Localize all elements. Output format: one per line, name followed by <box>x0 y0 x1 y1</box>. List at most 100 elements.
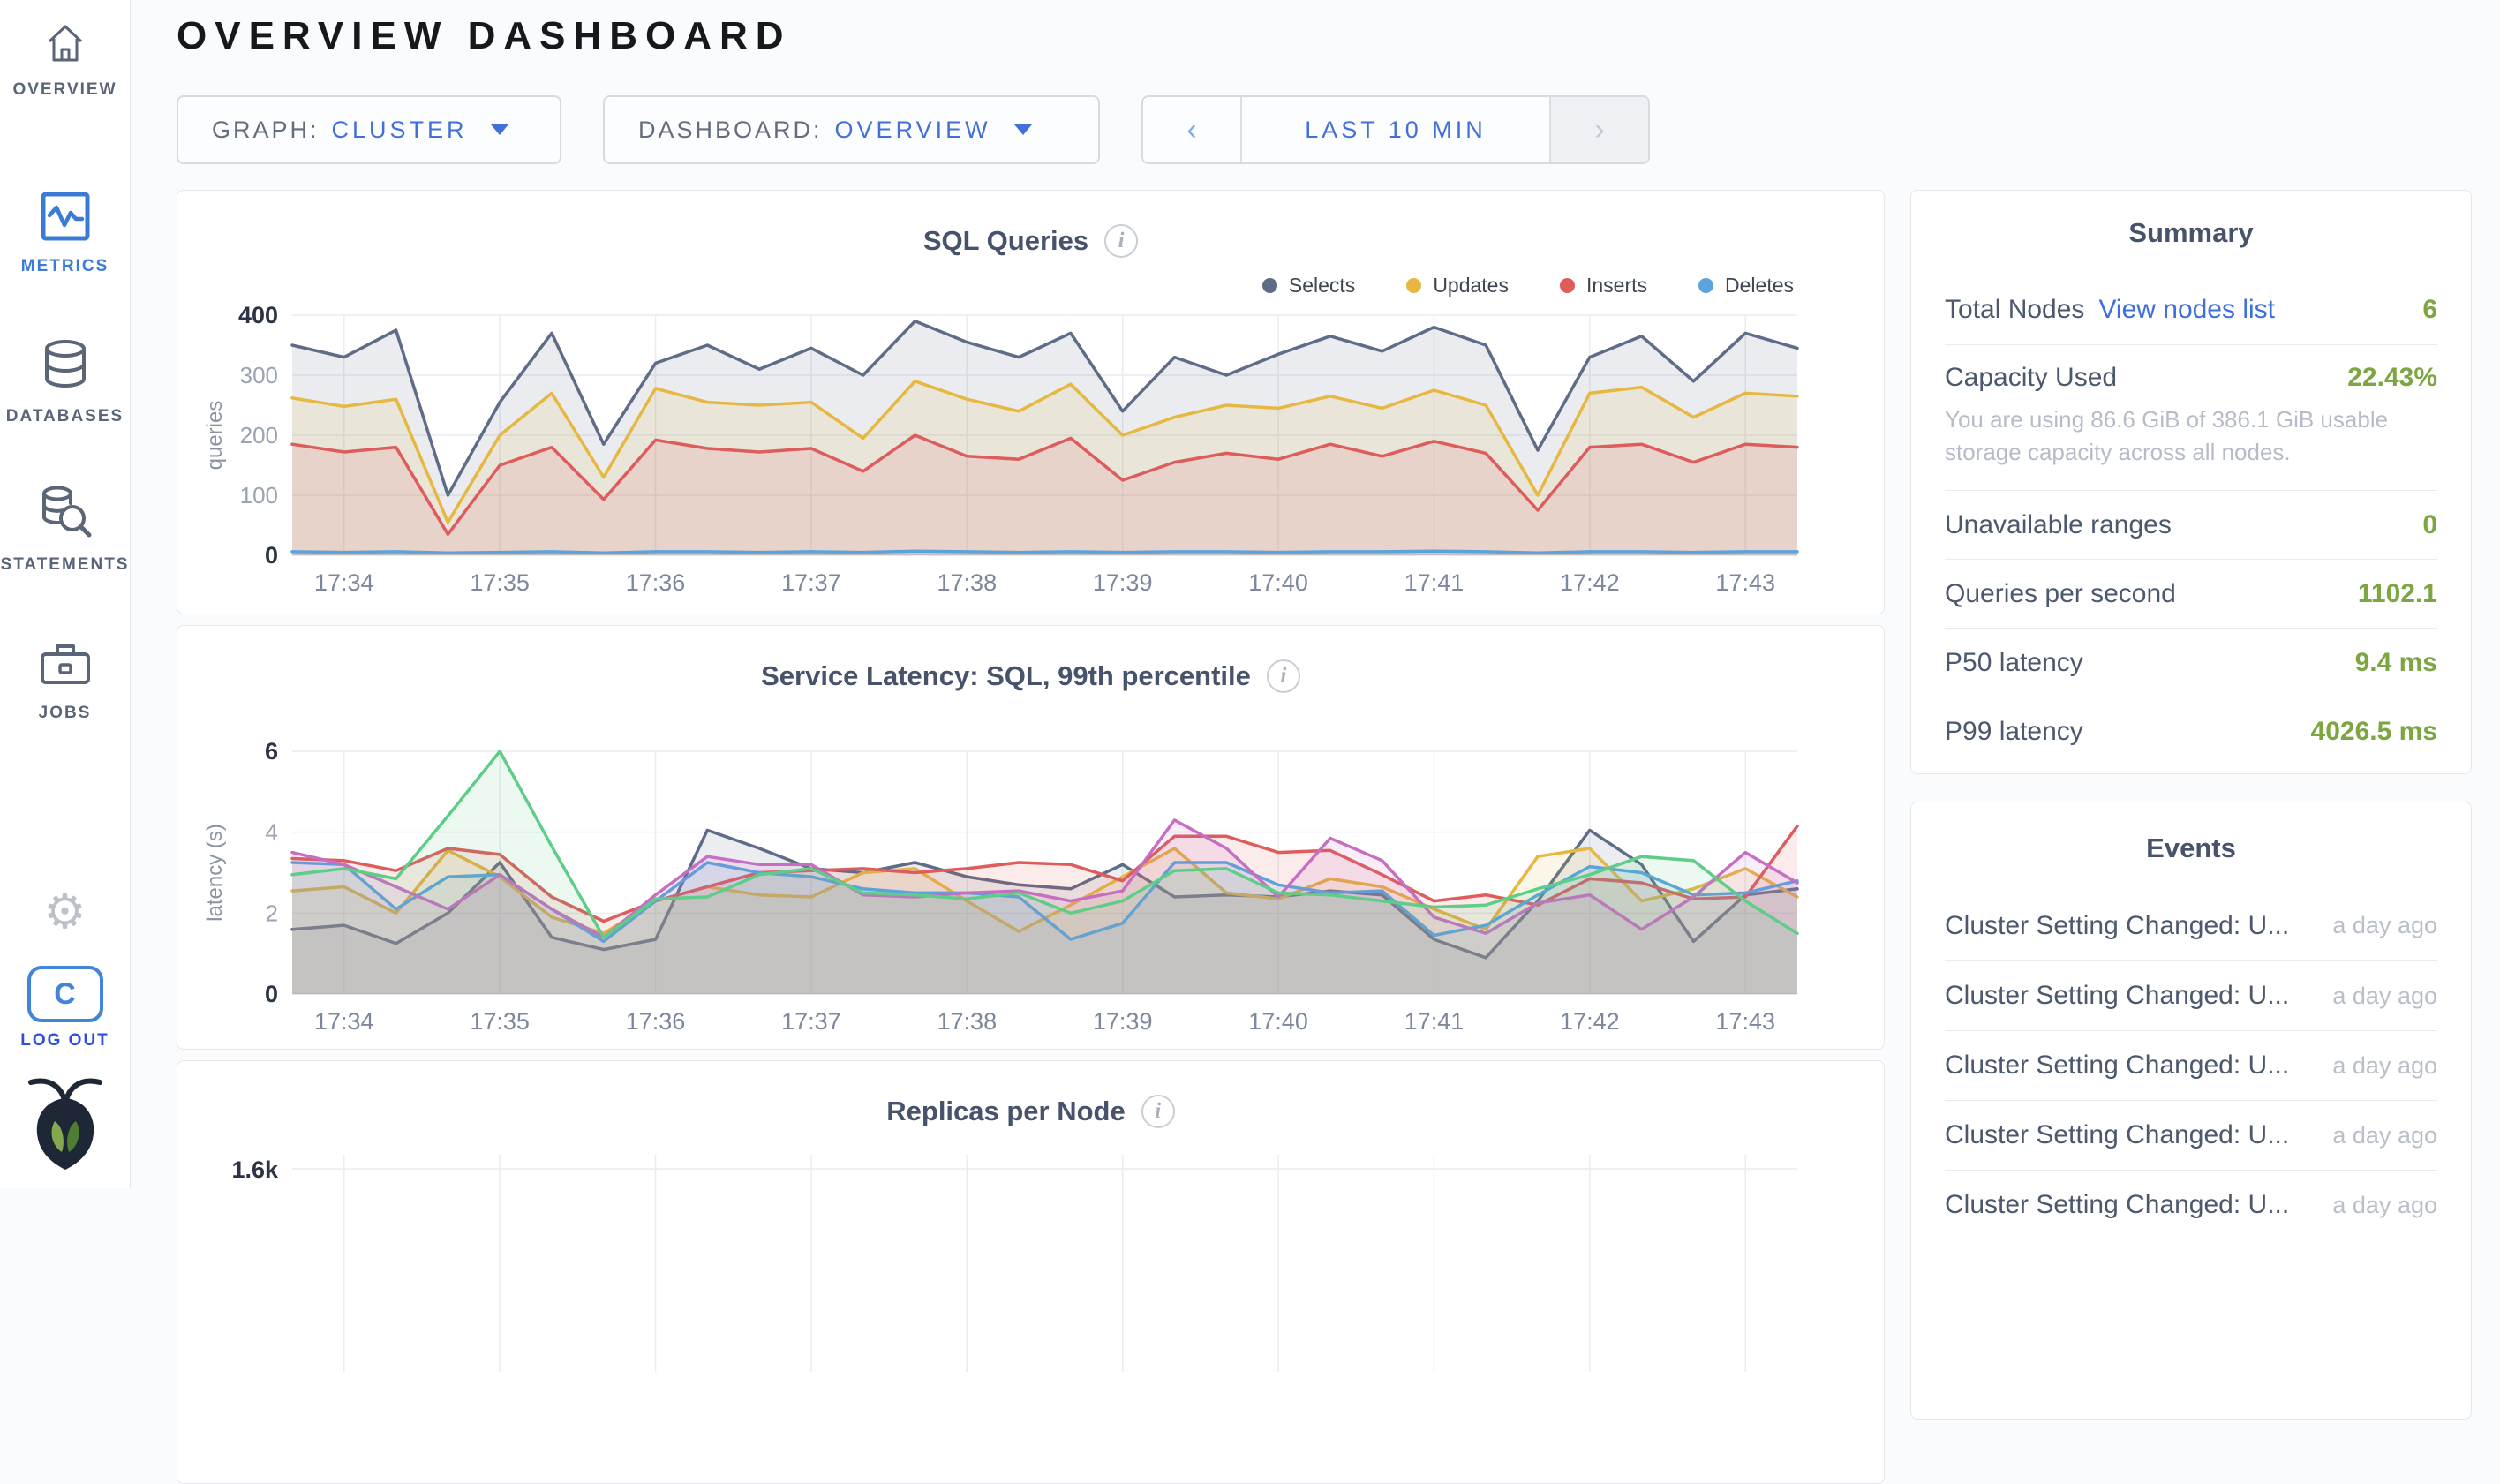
unavailable-ranges-value: 0 <box>2422 510 2437 540</box>
replicas-per-node-chart[interactable]: 1.6k <box>177 1142 1886 1372</box>
sidebar: OVERVIEW METRICS DATABASES <box>0 0 131 1188</box>
chevron-down-icon <box>1014 124 1032 135</box>
logout-button[interactable]: C LOG OUT <box>0 966 130 1051</box>
sidebar-item-label: JOBS <box>0 704 130 723</box>
sidebar-item-overview[interactable]: OVERVIEW <box>0 21 130 100</box>
graph-dropdown[interactable]: GRAPH: CLUSTER <box>177 95 561 164</box>
replicas-per-node-card: Replicas per Node i 1.6k <box>177 1060 1885 1484</box>
database-icon <box>38 380 93 395</box>
svg-text:1.6k: 1.6k <box>231 1156 279 1183</box>
svg-text:6: 6 <box>265 738 278 765</box>
cockroach-monogram-icon: C <box>27 966 103 1022</box>
settings-button[interactable]: ⚙ <box>0 888 130 936</box>
summary-title: Summary <box>1945 217 2437 249</box>
total-nodes-label: Total Nodes <box>1945 295 2084 324</box>
svg-text:17:42: 17:42 <box>1560 569 1620 596</box>
summary-row-unavailable-ranges: Unavailable ranges 0 <box>1945 490 2437 559</box>
capacity-used-label: Capacity Used <box>1945 363 2117 393</box>
page-title: OVERVIEW DASHBOARD <box>177 14 792 58</box>
svg-text:200: 200 <box>240 422 278 448</box>
event-row: Cluster Setting Changed: U... a day ago <box>1945 1170 2437 1239</box>
dashboard-controls: GRAPH: CLUSTER DASHBOARD: OVERVIEW ‹ LAS… <box>177 95 1650 164</box>
events-title: Events <box>1945 832 2437 864</box>
sidebar-item-metrics[interactable]: METRICS <box>0 191 130 276</box>
svg-text:300: 300 <box>240 362 278 388</box>
time-range-selector: ‹ LAST 10 MIN › <box>1141 95 1650 164</box>
event-title[interactable]: Cluster Setting Changed: U... <box>1945 981 2289 1011</box>
graph-dropdown-label: GRAPH: <box>212 117 320 144</box>
home-icon <box>45 54 86 69</box>
statements-search-icon <box>37 529 94 544</box>
svg-text:0: 0 <box>265 981 278 1007</box>
service-latency-chart[interactable]: 17:34 17:35 17:36 17:37 17:38 17:39 17:40 17:41… <box>177 626 1886 1051</box>
svg-text:17:41: 17:41 <box>1404 1008 1465 1035</box>
svg-text:17:41: 17:41 <box>1404 569 1465 596</box>
svg-text:17:39: 17:39 <box>1093 569 1153 596</box>
info-icon[interactable]: i <box>1141 1095 1175 1128</box>
summary-panel: Summary Total Nodes View nodes list 6 Cap… <box>1910 190 2472 774</box>
svg-text:100: 100 <box>240 482 278 508</box>
dashboard-dropdown-value: OVERVIEW <box>835 117 991 144</box>
event-title[interactable]: Cluster Setting Changed: U... <box>1945 1190 2289 1220</box>
svg-text:17:43: 17:43 <box>1715 569 1775 596</box>
event-time: a day ago <box>2332 1192 2437 1219</box>
svg-text:17:40: 17:40 <box>1248 569 1308 596</box>
svg-text:17:38: 17:38 <box>938 1008 998 1035</box>
sql-queries-chart[interactable]: 17:3417:3517:3617:3717:3817:3917:4017:41… <box>177 191 1886 615</box>
svg-text:17:43: 17:43 <box>1715 1008 1775 1035</box>
event-row: Cluster Setting Changed: U...a day ago <box>1945 891 2437 960</box>
svg-text:17:35: 17:35 <box>470 1008 530 1035</box>
svg-text:17:36: 17:36 <box>626 1008 686 1035</box>
sidebar-item-label: STATEMENTS <box>0 555 130 575</box>
total-nodes-value: 6 <box>2422 295 2437 325</box>
metrics-chart-icon <box>40 230 91 245</box>
p99-latency-value: 4026.5 ms <box>2311 717 2437 747</box>
service-latency-card: Service Latency: SQL, 99th percentile i … <box>177 625 1885 1050</box>
svg-text:17:37: 17:37 <box>781 1008 841 1035</box>
summary-row-total-nodes: Total Nodes View nodes list 6 <box>1945 275 2437 344</box>
event-time: a day ago <box>2332 983 2437 1010</box>
cockroachdb-logo[interactable] <box>0 1075 130 1177</box>
svg-text:17:37: 17:37 <box>781 569 841 596</box>
sidebar-item-databases[interactable]: DATABASES <box>0 337 130 426</box>
svg-text:2: 2 <box>266 900 278 926</box>
summary-row-queries-per-second: Queries per second 1102.1 <box>1945 559 2437 628</box>
sidebar-item-statements[interactable]: STATEMENTS <box>0 484 130 575</box>
event-title[interactable]: Cluster Setting Changed: U... <box>1945 1051 2289 1081</box>
dashboard-dropdown-label: DASHBOARD: <box>638 117 823 144</box>
event-time: a day ago <box>2332 1122 2437 1149</box>
sql-queries-card: SQL Queries i SelectsUpdatesInsertsDelet… <box>177 190 1885 614</box>
summary-row-p50-latency: P50 latency 9.4 ms <box>1945 628 2437 697</box>
sidebar-item-jobs[interactable]: JOBS <box>0 639 130 723</box>
queries-per-second-value: 1102.1 <box>2358 579 2437 609</box>
events-panel: Events Cluster Setting Changed: U... a da… <box>1910 802 2472 1420</box>
dashboard-dropdown[interactable]: DASHBOARD: OVERVIEW <box>603 95 1100 164</box>
event-title[interactable]: Cluster Setting Changed: U... <box>1945 911 2289 941</box>
svg-text:4: 4 <box>266 819 278 846</box>
svg-text:17:34: 17:34 <box>314 569 374 596</box>
svg-text:17:34: 17:34 <box>314 1008 374 1035</box>
svg-text:17:40: 17:40 <box>1248 1008 1308 1035</box>
unavailable-ranges-label: Unavailable ranges <box>1945 510 2172 540</box>
time-prev-button[interactable]: ‹ <box>1143 97 1240 162</box>
graph-dropdown-value: CLUSTER <box>332 117 468 144</box>
time-next-button[interactable]: › <box>1551 97 1648 162</box>
p50-latency-value: 9.4 ms <box>2355 648 2437 678</box>
event-title[interactable]: Cluster Setting Changed: U... <box>1945 1120 2289 1150</box>
svg-text:17:39: 17:39 <box>1093 1008 1153 1035</box>
view-nodes-list-link[interactable]: View nodes list <box>2098 295 2275 324</box>
p50-latency-label: P50 latency <box>1945 648 2083 678</box>
event-time: a day ago <box>2332 1052 2437 1080</box>
svg-text:17:38: 17:38 <box>938 569 998 596</box>
events-list: Cluster Setting Changed: U... a day ago Cl… <box>1945 891 2437 1239</box>
sidebar-item-label: OVERVIEW <box>0 80 130 100</box>
summary-row-p99-latency: P99 latency 4026.5 ms <box>1945 697 2437 765</box>
chevron-down-icon <box>491 124 508 135</box>
time-range-button[interactable]: LAST 10 MIN <box>1240 97 1551 162</box>
event-row: Cluster Setting Changed: U... a day ago <box>1945 1100 2437 1170</box>
briefcase-icon <box>38 677 93 692</box>
sidebar-item-label: METRICS <box>0 257 130 276</box>
capacity-used-value: 22.43% <box>2347 363 2437 393</box>
p99-latency-label: P99 latency <box>1945 717 2083 747</box>
logout-label: LOG OUT <box>0 1031 130 1051</box>
